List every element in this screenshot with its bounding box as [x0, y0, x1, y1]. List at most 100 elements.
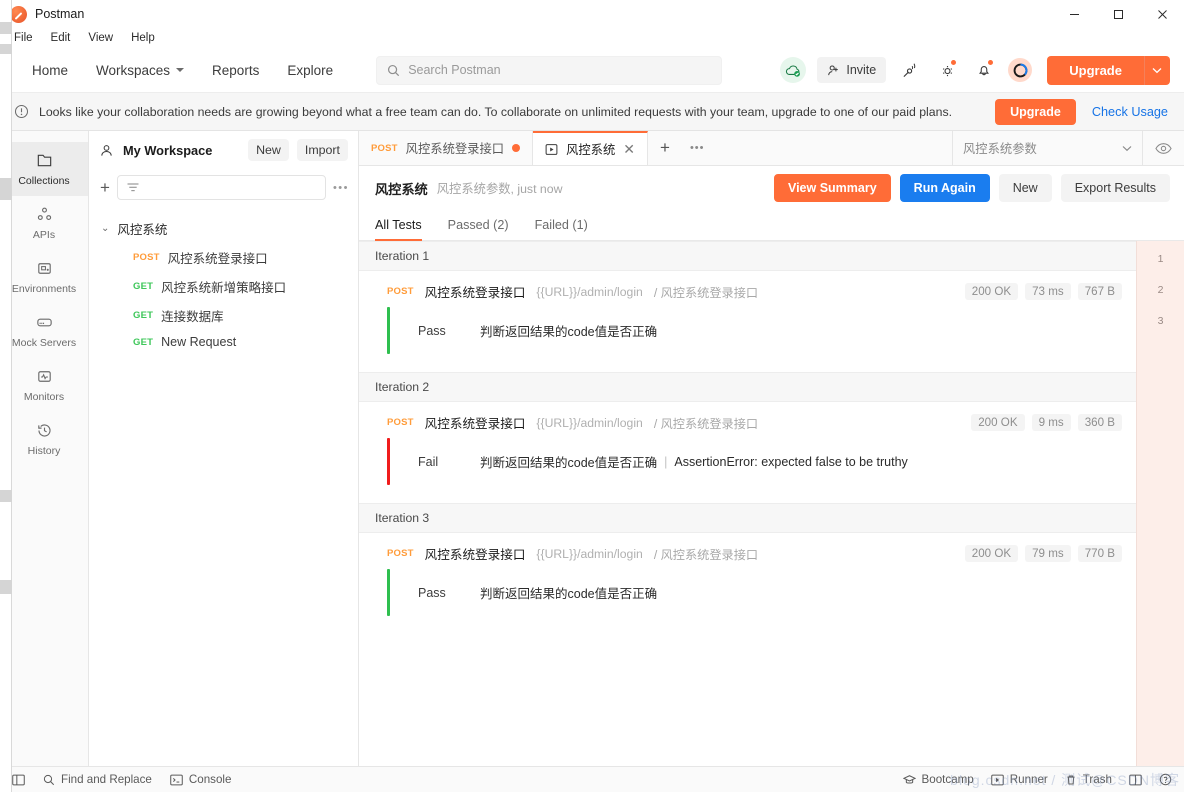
upgrade-banner: Looks like your collaboration needs are …	[0, 92, 1184, 131]
search-input[interactable]: Search Postman	[376, 55, 723, 85]
nav-workspaces[interactable]: Workspaces	[82, 57, 198, 84]
upgrade-dropdown-button[interactable]	[1143, 55, 1170, 85]
banner-upgrade-button[interactable]: Upgrade	[995, 98, 1076, 125]
invite-button[interactable]: Invite	[817, 57, 887, 83]
minimize-button[interactable]	[1052, 0, 1096, 28]
request-method: GET	[133, 281, 154, 292]
result-method: POST	[387, 286, 414, 297]
check-usage-link[interactable]: Check Usage	[1092, 105, 1168, 119]
tab-all-tests[interactable]: All Tests	[375, 210, 435, 241]
iteration-minimap[interactable]: 1 2 3	[1136, 241, 1184, 766]
nav-reports[interactable]: Reports	[198, 57, 273, 84]
environment-selector[interactable]: 风控系统参数	[953, 131, 1143, 165]
tab-runner-results[interactable]: 风控系统 ✕	[533, 131, 648, 165]
edge-artifact	[0, 22, 12, 34]
request-method: GET	[133, 310, 154, 321]
nav-explore-label: Explore	[287, 62, 334, 78]
upgrade-button[interactable]: Upgrade	[1047, 55, 1144, 85]
request-name: New Request	[161, 335, 237, 349]
import-button[interactable]: Import	[296, 139, 348, 161]
result-method: POST	[387, 548, 414, 559]
runner-button[interactable]: Runner	[990, 773, 1048, 786]
console-button[interactable]: Console	[170, 773, 231, 786]
satellite-icon[interactable]	[897, 57, 923, 83]
trash-button[interactable]: Trash	[1065, 773, 1112, 786]
export-results-button[interactable]: Export Results	[1060, 174, 1170, 202]
bootcamp-button[interactable]: Bootcamp	[902, 773, 974, 786]
tab-options-icon[interactable]: •••	[682, 131, 713, 165]
help-button[interactable]	[1159, 773, 1172, 786]
tab-failed[interactable]: Failed (1)	[522, 210, 601, 240]
result-request-row[interactable]: POST 风控系统登录接口 {{URL}}/admin/login / 风控系统…	[359, 402, 1136, 438]
result-request-name: 风控系统登录接口	[424, 286, 526, 300]
edge-artifact	[0, 178, 12, 200]
menu-help[interactable]: Help	[129, 31, 157, 45]
nav-explore[interactable]: Explore	[273, 57, 347, 84]
iteration-header: Iteration 1	[359, 241, 1136, 271]
result-metrics: 200 OK 73 ms 767 B	[964, 283, 1122, 300]
eye-icon	[1155, 142, 1172, 154]
assertion-text: 判断返回结果的code值是否正确	[480, 587, 658, 601]
request-method: POST	[133, 252, 160, 263]
environment-quick-look-button[interactable]	[1143, 131, 1184, 165]
main-panel: POST 风控系统登录接口 风控系统 ✕ + ••• 风控系统参数 风控系统 风…	[359, 131, 1184, 766]
rail-label-mock-servers: Mock Servers	[11, 337, 77, 349]
result-request-path: / 风控系统登录接口	[653, 416, 759, 431]
request-item-1[interactable]: GET 风控系统新增策略接口	[89, 272, 358, 301]
minimap-item-3[interactable]: 3	[1158, 315, 1164, 327]
sidebar-item-mock-servers[interactable]: Mock Servers	[0, 304, 88, 358]
tab-bar-spacer	[713, 131, 953, 165]
rail-label-collections: Collections	[18, 175, 70, 187]
avatar[interactable]	[1008, 58, 1033, 82]
sidebar-item-environments[interactable]: Environments	[0, 250, 88, 304]
add-icon[interactable]: +	[100, 179, 110, 196]
assertion-body: Pass 判断返回结果的code值是否正确	[390, 307, 657, 354]
request-item-0[interactable]: POST 风控系统登录接口	[89, 243, 358, 272]
minimap-item-1[interactable]: 1	[1158, 253, 1164, 265]
sidebar-item-collections[interactable]: Collections	[0, 142, 88, 196]
new-button[interactable]: New	[248, 139, 289, 161]
request-item-2[interactable]: GET 连接数据库	[89, 301, 358, 330]
new-run-button[interactable]: New	[998, 174, 1052, 202]
nav-links: Home Workspaces Reports Explore	[18, 57, 347, 84]
result-request-path: / 风控系统登录接口	[653, 547, 759, 562]
collection-node[interactable]: ⌄ 风控系统	[89, 214, 358, 243]
nav-home[interactable]: Home	[18, 57, 82, 84]
filter-input[interactable]	[116, 175, 326, 200]
tab-passed[interactable]: Passed (2)	[435, 210, 522, 240]
run-again-button[interactable]: Run Again	[899, 174, 990, 202]
cloud-sync-icon[interactable]	[780, 57, 807, 83]
request-item-3[interactable]: GET New Request	[89, 330, 358, 354]
result-request-row[interactable]: POST 风控系统登录接口 {{URL}}/admin/login / 风控系统…	[359, 533, 1136, 569]
minimap-item-2[interactable]: 2	[1158, 284, 1164, 296]
sidebar-item-apis[interactable]: APIs	[0, 196, 88, 250]
close-icon[interactable]: ✕	[623, 142, 635, 156]
layout-button[interactable]	[1129, 774, 1142, 786]
sidebar-toggle-button[interactable]	[12, 774, 25, 786]
search-placeholder: Search Postman	[408, 63, 501, 77]
tab-request-login[interactable]: POST 风控系统登录接口	[359, 131, 534, 165]
close-button[interactable]	[1140, 0, 1184, 28]
status-chip: 200 OK	[964, 545, 1019, 562]
bell-icon[interactable]	[971, 57, 997, 83]
menu-edit[interactable]: Edit	[49, 31, 73, 45]
iteration-header: Iteration 3	[359, 503, 1136, 533]
menu-file[interactable]: File	[12, 31, 35, 45]
maximize-button[interactable]	[1096, 0, 1140, 28]
result-request-row[interactable]: POST 风控系统登录接口 {{URL}}/admin/login / 风控系统…	[359, 271, 1136, 307]
sidebar-item-monitors[interactable]: Monitors	[0, 358, 88, 412]
edge-artifact	[0, 44, 12, 54]
result-request-url: {{URL}}/admin/login	[536, 546, 643, 561]
iteration-header: Iteration 2	[359, 372, 1136, 402]
size-chip: 770 B	[1077, 545, 1122, 562]
view-summary-button[interactable]: View Summary	[773, 174, 891, 202]
workspace-name: My Workspace	[123, 142, 213, 158]
time-chip: 79 ms	[1025, 545, 1071, 562]
time-chip: 73 ms	[1025, 283, 1071, 300]
menu-view[interactable]: View	[86, 31, 115, 45]
sidebar-item-history[interactable]: History	[0, 412, 88, 466]
gear-icon[interactable]	[934, 57, 960, 83]
new-tab-button[interactable]: +	[648, 131, 682, 165]
find-and-replace-button[interactable]: Find and Replace	[43, 773, 152, 786]
sidebar-more-icon[interactable]: •••	[333, 182, 349, 194]
